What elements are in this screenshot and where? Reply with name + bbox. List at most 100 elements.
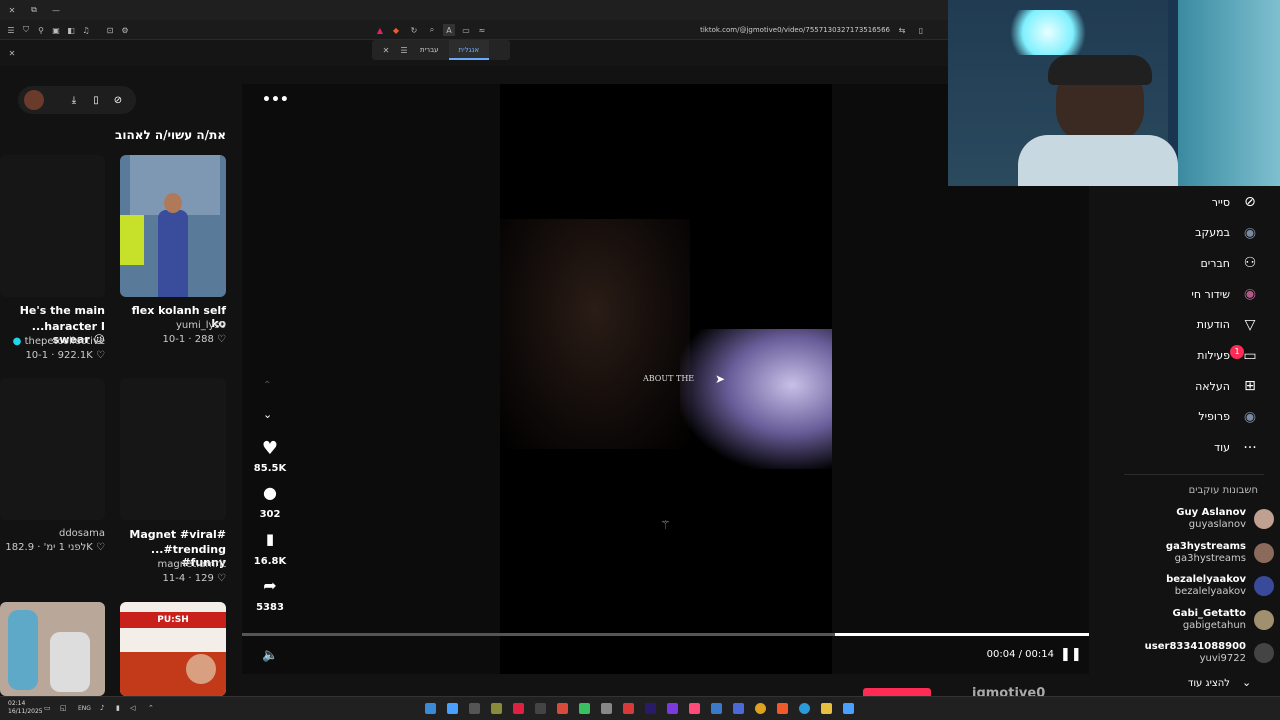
video-thumbnail[interactable] [0,378,105,520]
volume-icon[interactable]: 🔈 [262,648,278,663]
display-icon[interactable]: ◱ [60,704,67,712]
bookmark-icon[interactable]: ▯ [915,24,927,36]
card-author[interactable]: yumi_lys0 [120,320,226,331]
edge-icon[interactable] [799,703,810,714]
avatar [1254,643,1274,663]
pause-icon[interactable]: ❚❚ [1060,647,1082,662]
video-thumbnail[interactable] [120,155,226,297]
progress-bar[interactable] [242,633,1089,636]
extensions-icon[interactable]: ⚙ [119,24,131,36]
app-icon[interactable] [667,703,678,714]
close-translate-icon[interactable]: ✕ [6,47,18,59]
battery-icon[interactable]: ▮ [116,704,120,712]
app-icon[interactable] [645,703,656,714]
app-icon[interactable] [689,703,700,714]
video-thumbnail[interactable]: PU:SH [120,602,226,696]
close-icon[interactable]: ✕ [380,44,392,56]
video-thumbnail[interactable] [120,378,226,520]
sidebar-icon[interactable]: ◧ [65,24,77,36]
nav-item-activity[interactable]: פעילות ▭ [1197,344,1260,368]
following-account[interactable]: bezalelyaakov bezalelyaakov [1166,571,1274,601]
app-icon[interactable] [469,703,480,714]
share-icon[interactable]: ➦ [250,576,290,595]
nav-item-more[interactable]: עוד ··· [1214,436,1260,460]
download-icon[interactable]: ⤓ [68,94,80,106]
upload-icon: ⊞ [1244,378,1256,395]
nav-item-following[interactable]: במעקב ◉ [1195,221,1260,245]
video-thumbnail[interactable] [0,602,105,696]
nav-item-profile[interactable]: פרופיל ◉ [1198,405,1260,429]
following-account[interactable]: user83341088900 yuvi9722 [1145,638,1274,668]
app-icon[interactable] [491,703,502,714]
following-account[interactable]: Guy Aslanov guyaslanov [1176,504,1274,534]
app-icon[interactable] [513,703,524,714]
windows-start-icon[interactable] [843,703,854,714]
avatar[interactable] [24,90,44,110]
app-icon[interactable] [447,703,458,714]
share-icon[interactable]: ⇆ [896,24,908,36]
music-icon[interactable]: ♫ [80,24,92,36]
following-account[interactable]: Gabi_Getatto gabigetahun [1173,605,1274,635]
account-name: Guy Aslanov [1176,507,1246,518]
close-window-icon[interactable]: ✕ [6,4,18,16]
menu-icon[interactable]: ☰ [5,24,17,36]
compass-icon[interactable]: ⊘ [112,94,124,106]
nav-item-friends[interactable]: חברים ⚇ [1200,251,1260,275]
following-account[interactable]: ga3hystreams ga3hystreams [1166,538,1274,568]
app-icon[interactable] [601,703,612,714]
app-icon[interactable] [711,703,722,714]
reload-icon[interactable]: ↻ [408,24,420,36]
network-icon[interactable]: ▭ [44,704,51,712]
folder-icon[interactable] [821,703,832,714]
nav-item-messages[interactable]: הודעות ▽ [1197,313,1260,337]
app-icon[interactable] [535,703,546,714]
comment-icon[interactable]: ● [250,483,290,502]
address-bar[interactable]: tiktok.com/@jgmotive0/video/755713032717… [700,26,890,34]
brave-icon[interactable] [777,703,788,714]
chrome-icon[interactable] [755,703,766,714]
pin-icon[interactable]: ⚲ [35,24,47,36]
restore-window-icon[interactable]: ⧉ [28,4,40,16]
mic-icon[interactable]: ♪ [100,704,104,712]
chevron-down-icon[interactable]: ⌄ [1242,676,1251,689]
nav-item-live[interactable]: שידור חי ◉ [1191,282,1260,306]
card-author[interactable]: ddosama [0,528,105,539]
brave-rewards-icon[interactable]: ▲ [374,24,386,36]
translate-icon[interactable]: A [443,24,455,36]
nav-item-upload[interactable]: העלאה ⊞ [1195,374,1260,398]
more-options-icon[interactable]: ••• [262,92,289,108]
minimize-window-icon[interactable]: — [50,4,62,16]
shield-icon[interactable]: ⛉ [20,24,32,36]
card-author[interactable]: magnet.amrit [120,559,227,570]
video-player[interactable]: ABOUT THE ⚚ ➤ [500,84,832,674]
chevron-up-icon[interactable]: ⌃ [263,380,271,391]
app-icon[interactable] [579,703,590,714]
screenshot-icon[interactable]: ⊡ [104,24,116,36]
volume-tray-icon[interactable]: ◁ [130,704,135,712]
cast-icon[interactable]: ▭ [460,24,472,36]
bookmark-icon[interactable]: ▮ [250,530,290,548]
tab-hebrew[interactable]: עברית [410,40,449,60]
card-title[interactable]: Magnet #viral# [120,528,226,541]
phone-icon[interactable]: ▯ [90,94,102,106]
app-icon[interactable] [623,703,634,714]
app-icon[interactable] [557,703,568,714]
show-more-link[interactable]: להציג עוד [1130,678,1230,689]
options-icon[interactable]: ☰ [398,44,410,56]
brave-shield-icon[interactable]: ◆ [390,24,402,36]
app-icon[interactable] [733,703,744,714]
like-icon[interactable]: ♥ [250,438,290,459]
card-title[interactable]: He's the main [0,304,105,317]
follow-button[interactable] [863,688,931,696]
tabs-icon[interactable]: ▣ [50,24,62,36]
card-author[interactable]: ● thepetcollective [0,336,105,347]
reader-icon[interactable]: ≈ [476,24,488,36]
tray-chevron-icon[interactable]: ⌃ [148,704,154,712]
chevron-down-icon[interactable]: ⌄ [263,408,272,421]
search-icon[interactable]: ⌕ [426,24,438,36]
nav-item-explore[interactable]: סייר ⊘ [1212,190,1260,214]
language-indicator[interactable]: ENG [78,705,91,712]
tab-english[interactable]: אנגלית [448,40,490,60]
video-thumbnail[interactable] [0,155,105,297]
app-icon[interactable] [425,703,436,714]
